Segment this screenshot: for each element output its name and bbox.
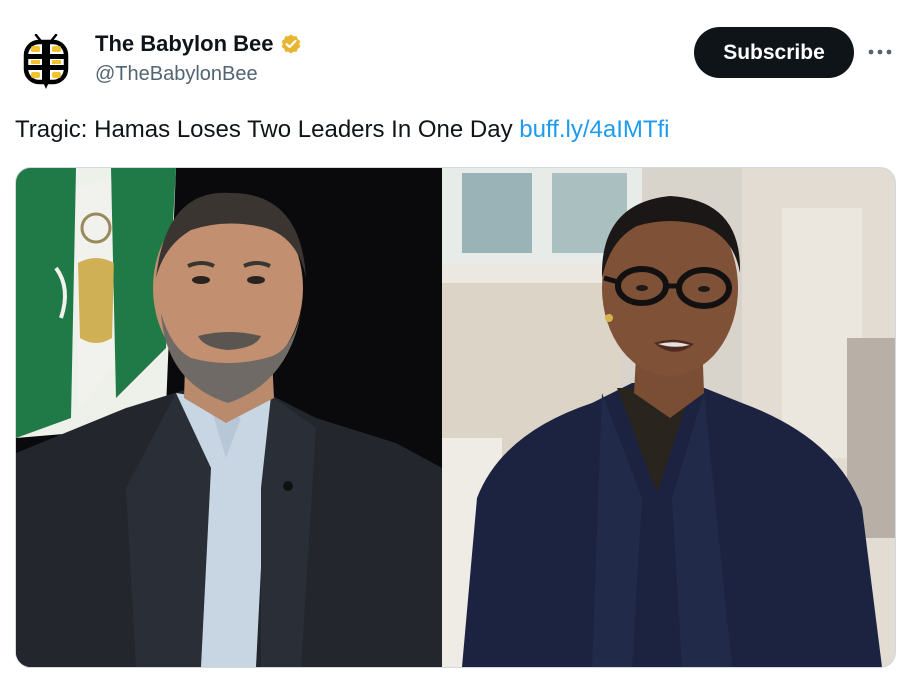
verified-badge-icon (282, 34, 301, 54)
man-portrait-image (16, 168, 442, 667)
tweet-media[interactable] (15, 167, 896, 668)
tweet-text-body: Tragic: Hamas Loses Two Leaders In One D… (15, 116, 520, 143)
account-handle[interactable]: @TheBabylonBee (95, 63, 258, 86)
display-name[interactable]: The Babylon Bee (95, 31, 303, 57)
tweet-link[interactable]: buff.ly/4aIMTfi (519, 116, 669, 143)
tweet: The Babylon Bee @TheBabylonBee Subscribe… (0, 0, 919, 687)
more-options-button[interactable] (864, 38, 896, 66)
display-name-text: The Babylon Bee (95, 31, 274, 56)
avatar[interactable] (14, 30, 78, 94)
tweet-text: Tragic: Hamas Loses Two Leaders In One D… (15, 116, 670, 144)
photo-left[interactable] (16, 168, 442, 667)
woman-portrait-image (442, 168, 895, 667)
photo-right[interactable] (442, 168, 895, 667)
babylon-bee-logo-icon (23, 34, 69, 89)
more-options-icon (868, 49, 892, 55)
subscribe-button[interactable]: Subscribe (694, 27, 854, 78)
